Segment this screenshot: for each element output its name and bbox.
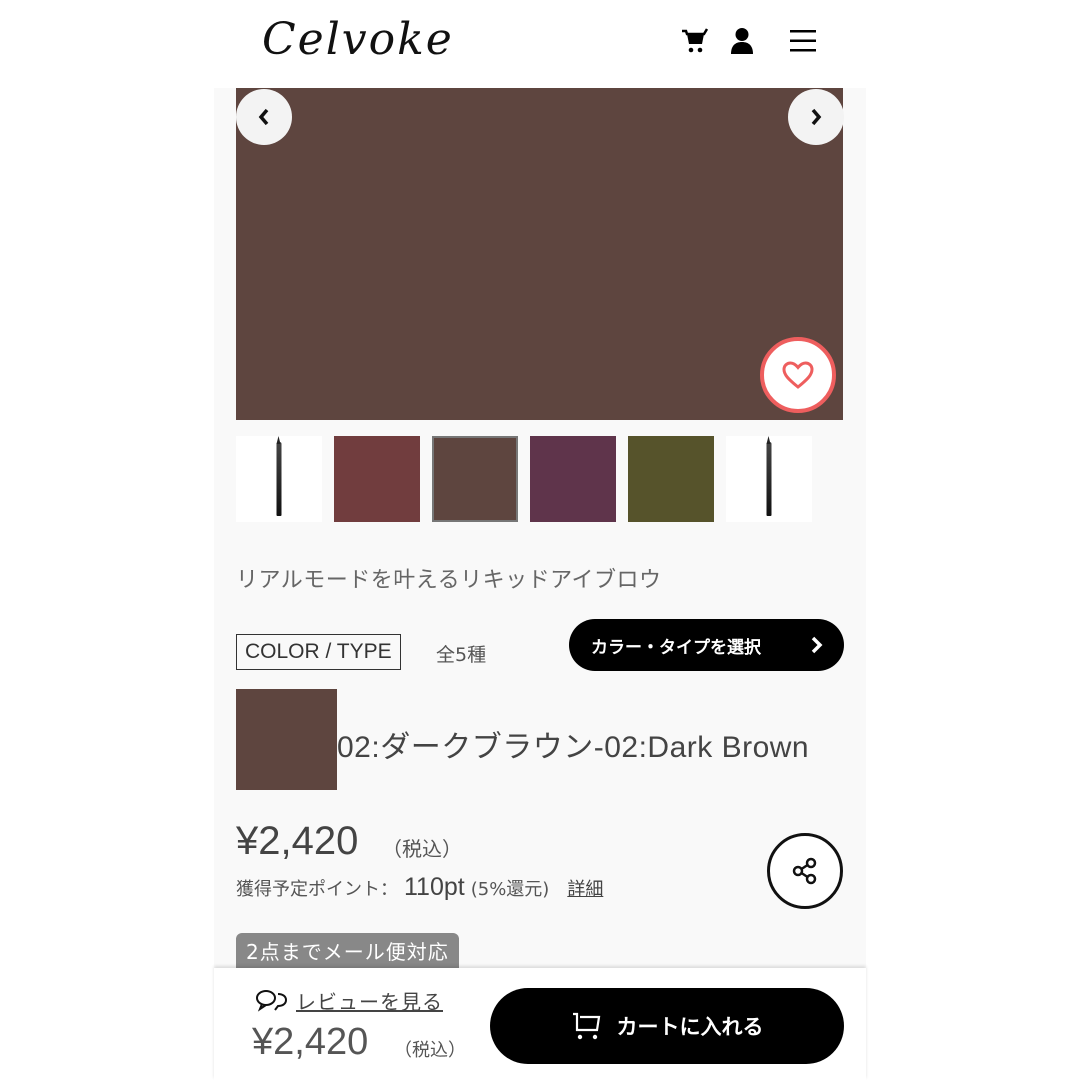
share-button[interactable]: [767, 833, 843, 909]
brand-logo[interactable]: Celvoke: [262, 14, 454, 65]
thumbnail-color-swatch[interactable]: [628, 436, 714, 522]
mail-delivery-badge: 2点までメール便対応: [236, 933, 459, 973]
add-to-cart-button[interactable]: カートに入れる: [490, 988, 844, 1064]
review-link[interactable]: レビューを見る: [254, 986, 443, 1015]
eyebrow-pen-icon: [766, 436, 772, 516]
points-detail-link[interactable]: 詳細: [567, 875, 603, 901]
product-price: ¥2,420: [236, 819, 359, 863]
tax-note: （税込）: [382, 837, 462, 861]
thumbnail-product-image[interactable]: [236, 436, 322, 522]
add-to-cart-label: カートに入れる: [616, 1015, 764, 1039]
points-value: 110pt: [404, 873, 465, 901]
color-count: 全5種: [436, 644, 487, 666]
thumbnail-color-swatch[interactable]: [530, 436, 616, 522]
bottom-price: ¥2,420: [252, 1021, 369, 1063]
points-info: 獲得予定ポイント： 110pt (5%還元) 詳細: [236, 873, 603, 902]
cart-icon[interactable]: [680, 26, 710, 56]
color-type-label: COLOR / TYPE: [236, 634, 401, 670]
favorite-button[interactable]: [760, 337, 836, 413]
share-icon: [792, 857, 817, 885]
selected-color-name: 02:ダークブラウン-02:Dark Brown: [337, 731, 810, 764]
eyebrow-pen-icon: [276, 436, 282, 516]
site-header: Celvoke: [214, 0, 866, 88]
product-main-image: [236, 88, 843, 420]
thumbnail-strip: [236, 436, 812, 522]
thumbnail-color-swatch[interactable]: [334, 436, 420, 522]
heart-icon: [782, 361, 814, 389]
points-label: 獲得予定ポイント：: [236, 879, 398, 900]
thumbnail-color-swatch[interactable]: [432, 436, 518, 522]
chevron-left-icon: [258, 108, 269, 126]
review-link-label: レビューを見る: [296, 990, 443, 1014]
selected-color-swatch: [236, 689, 337, 790]
bottom-purchase-bar: レビューを見る ¥2,420 （税込） カートに入れる: [214, 968, 866, 1080]
select-color-type-button[interactable]: カラー・タイプを選択: [569, 619, 844, 671]
product-tagline: リアルモードを叶えるリキッドアイブロウ: [236, 568, 662, 593]
speech-bubbles-icon: [256, 989, 288, 1012]
points-rate: (5%還元): [470, 879, 550, 900]
select-color-type-label: カラー・タイプを選択: [591, 637, 761, 658]
cart-icon: [572, 1012, 600, 1040]
thumbnail-product-image[interactable]: [726, 436, 812, 522]
gallery-next-button[interactable]: [788, 89, 844, 145]
user-icon[interactable]: [727, 26, 757, 56]
menu-icon[interactable]: [788, 26, 818, 56]
gallery-prev-button[interactable]: [236, 89, 292, 145]
chevron-right-icon: [811, 108, 822, 126]
chevron-right-icon: [811, 636, 823, 654]
bottom-tax-note: （税込）: [394, 1040, 466, 1061]
